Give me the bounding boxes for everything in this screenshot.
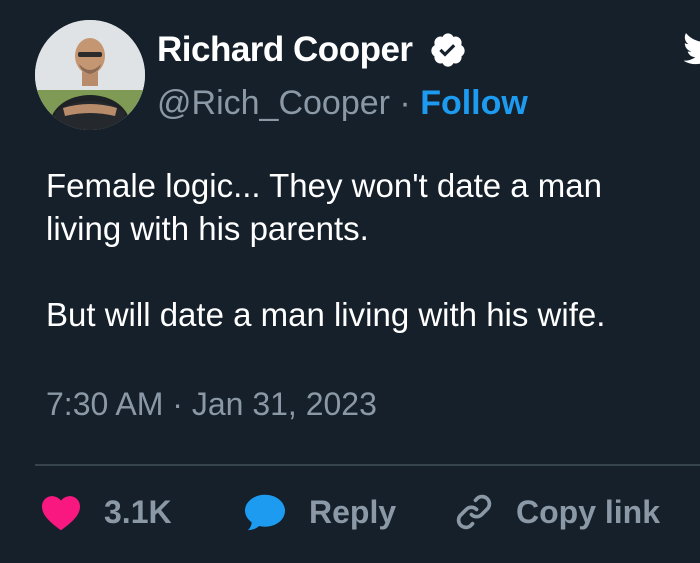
reply-button[interactable]: Reply [243, 490, 396, 534]
profile-photo-icon [35, 20, 145, 130]
tweet-text: Female logic... They won't date a man li… [46, 167, 606, 333]
divider [35, 464, 700, 466]
tweet-card: Richard Cooper @Rich_Cooper · Follow Fem… [0, 0, 700, 563]
like-button[interactable]: 3.1K [40, 490, 172, 534]
copy-link-button[interactable]: Copy link [452, 490, 660, 534]
reply-label: Reply [309, 493, 397, 530]
link-icon [456, 494, 492, 530]
speech-bubble-icon [245, 494, 285, 531]
author-name[interactable]: Richard Cooper [157, 30, 413, 70]
handle-row: @Rich_Cooper · Follow [157, 84, 528, 123]
follow-button[interactable]: Follow [420, 84, 528, 122]
copy-link-label: Copy link [516, 493, 661, 530]
avatar[interactable] [35, 20, 145, 130]
like-count: 3.1K [104, 493, 172, 530]
tweet-timestamp[interactable]: 7:30 AM · Jan 31, 2023 [46, 386, 377, 423]
handle-separator: · [399, 84, 411, 122]
bird-logo-icon[interactable] [684, 28, 700, 68]
verified-badge-icon [431, 33, 465, 67]
author-handle[interactable]: @Rich_Cooper [157, 84, 390, 122]
heart-icon [42, 496, 80, 531]
